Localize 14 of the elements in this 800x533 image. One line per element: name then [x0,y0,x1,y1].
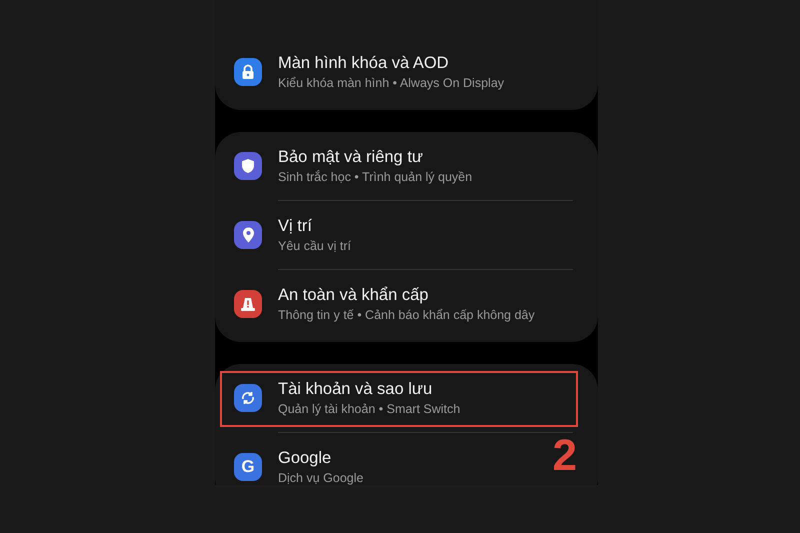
setting-subtitle: Yêu cầu vị trí [278,239,351,253]
setting-title[interactable]: An toàn và khẩn cấp [278,286,535,305]
setting-subtitle: Kiểu khóa màn hình • Always On Display [278,76,504,90]
setting-title[interactable]: Bảo mật và riêng tư [278,148,472,167]
setting-title[interactable]: Tài khoản và sao lưu [278,380,460,399]
setting-title[interactable]: Vị trí [278,217,351,236]
setting-title[interactable]: Màn hình khóa và AOD [278,54,504,73]
setting-subtitle: Dịch vụ Google [278,471,364,485]
setting-title[interactable]: Google [278,449,364,468]
setting-subtitle: Quản lý tài khoản • Smart Switch [278,402,460,416]
setting-subtitle: Thông tin y tế • Cảnh báo khẩn cấp không dây [278,308,535,322]
step-number: 2 [552,434,577,478]
letter-icon: G [234,453,262,481]
setting-subtitle: Sinh trắc học • Trình quản lý quyền [278,170,472,184]
